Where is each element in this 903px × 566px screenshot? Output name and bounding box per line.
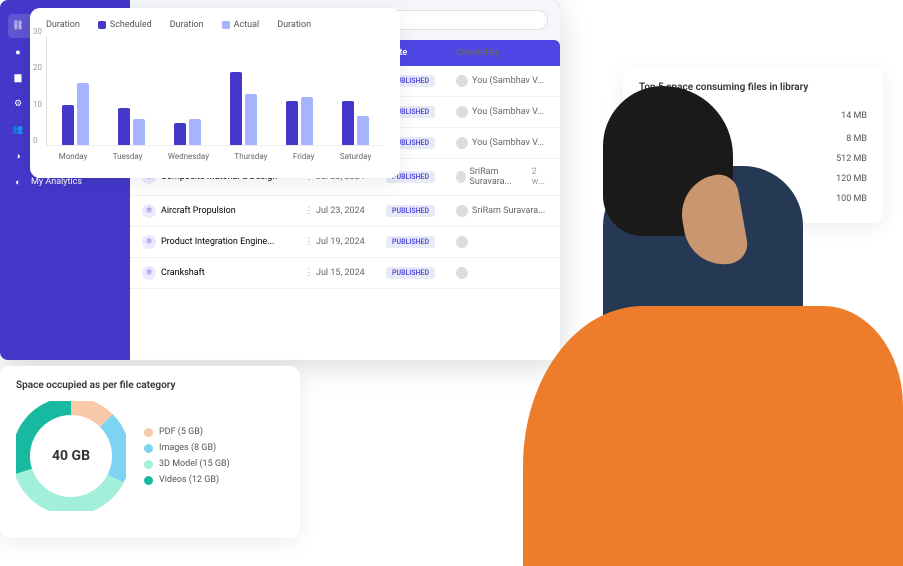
route-icon: ⛓ bbox=[12, 20, 24, 32]
bar bbox=[77, 83, 89, 145]
legend-dot bbox=[144, 460, 153, 469]
chart-plot: 0102030 bbox=[46, 36, 384, 146]
chart-icon: ◐ bbox=[12, 176, 24, 188]
donut-legend: PDF (5 GB) Images (8 GB) 3D Model (15 GB) V… bbox=[144, 421, 230, 491]
legend-label: Images (8 GB) bbox=[159, 443, 216, 453]
card-title: Top 5 space consuming files in library bbox=[639, 82, 867, 93]
row-created-by: You (Sambhav V... bbox=[472, 107, 544, 117]
bar bbox=[230, 72, 242, 145]
row-created-by: SriRam Suravara... bbox=[470, 167, 528, 187]
bar bbox=[286, 101, 298, 145]
legend-dot bbox=[144, 444, 153, 453]
journey-icon: ⚛ bbox=[142, 266, 156, 280]
avatar bbox=[456, 171, 466, 183]
folder-icon: ▆ bbox=[12, 72, 24, 84]
row-created-by: You (Sambhav V... bbox=[472, 76, 544, 86]
file-row[interactable]: 120 MB bbox=[639, 169, 867, 189]
journey-icon: ⚛ bbox=[142, 204, 156, 218]
file-name: IMG bbox=[661, 111, 677, 121]
file-row[interactable]: 8 MB bbox=[639, 129, 867, 149]
bar bbox=[118, 108, 130, 145]
legend-item: 3D Model (15 GB) bbox=[144, 459, 230, 469]
x-tick-label: Saturday bbox=[340, 152, 371, 161]
x-tick-label: Friday bbox=[293, 152, 315, 161]
file-size: 100 MB bbox=[836, 194, 867, 204]
legend-dur: Duration bbox=[277, 20, 311, 30]
legend-item: Videos (12 GB) bbox=[144, 475, 230, 485]
legend-item: Images (8 GB) bbox=[144, 443, 230, 453]
state-badge: PUBLISHED bbox=[386, 267, 435, 279]
avatar bbox=[456, 137, 468, 149]
avatar bbox=[456, 267, 468, 279]
sidebar-item-label: My Analytics bbox=[31, 177, 82, 187]
top-files-card: Top 5 space consuming files in library I… bbox=[623, 68, 883, 223]
file-row[interactable]: 512 MB bbox=[639, 149, 867, 169]
journey-icon: ⚛ bbox=[142, 235, 156, 249]
file-size: 8 MB bbox=[846, 134, 867, 144]
legend-dot bbox=[144, 476, 153, 485]
chart-legend: Duration Scheduled Duration Actual Durat… bbox=[46, 20, 384, 30]
space-donut-card: Space occupied as per file category 40 G… bbox=[0, 366, 300, 538]
table-row[interactable]: ⚛ Crankshaft ⋮Jul 15, 2024PUBLISHED bbox=[130, 258, 560, 289]
chart-x-axis: Monday Tuesday Wednesday Thursday Friday Satu… bbox=[46, 152, 384, 161]
row-menu-icon[interactable]: ⋮ bbox=[302, 237, 316, 247]
donut-slice bbox=[106, 421, 121, 479]
row-title: Aircraft Propulsion bbox=[161, 206, 236, 216]
legend-item: PDF (5 GB) bbox=[144, 427, 230, 437]
table-row[interactable]: ⚛ Aircraft Propulsion ⋮Jul 23, 2024PUBLISH… bbox=[130, 196, 560, 227]
row-date: Jul 15, 2024 bbox=[316, 268, 386, 278]
avatar bbox=[456, 205, 468, 217]
legend-dur: Duration bbox=[170, 20, 204, 30]
file-size: 14 MB bbox=[841, 111, 867, 121]
legend-label: PDF (5 GB) bbox=[159, 427, 203, 437]
x-tick-label: Tuesday bbox=[113, 152, 143, 161]
bar bbox=[342, 101, 354, 145]
card-title: Space occupied as per file category bbox=[16, 380, 284, 391]
bar bbox=[301, 97, 313, 145]
bar bbox=[189, 119, 201, 145]
x-tick-label: Thursday bbox=[234, 152, 267, 161]
row-date: Jul 23, 2024 bbox=[316, 206, 386, 216]
bar bbox=[245, 94, 257, 145]
file-size: 120 MB bbox=[836, 174, 867, 184]
donut-chart: 40 GB bbox=[16, 401, 126, 511]
users-icon: 👥 bbox=[12, 124, 24, 136]
state-badge: PUBLISHED bbox=[386, 236, 435, 248]
donut-center-label: 40 GB bbox=[44, 429, 98, 483]
legend-dur: Duration bbox=[46, 20, 80, 30]
book-icon: ● bbox=[12, 46, 24, 58]
x-tick-label: Monday bbox=[59, 152, 88, 161]
bar bbox=[62, 105, 74, 145]
col-header-by[interactable]: Created by bbox=[456, 48, 548, 58]
chart-icon: ◑ bbox=[12, 150, 24, 162]
duration-bar-chart: Duration Scheduled Duration Actual Durat… bbox=[30, 8, 400, 178]
row-title: Crankshaft bbox=[161, 268, 205, 278]
row-date: Jul 19, 2024 bbox=[316, 237, 386, 247]
bar bbox=[174, 123, 186, 145]
bar bbox=[133, 119, 145, 145]
avatar bbox=[456, 106, 468, 118]
row-created-by: SriRam Suravara... bbox=[472, 206, 545, 216]
file-thumb-icon bbox=[639, 108, 655, 124]
donut-slice bbox=[71, 406, 106, 421]
gear-icon: ⚙ bbox=[12, 98, 24, 110]
file-row[interactable]: 100 MB bbox=[639, 189, 867, 209]
legend-actual: Actual bbox=[234, 20, 260, 30]
legend-dot bbox=[144, 428, 153, 437]
table-row[interactable]: ⚛ Product Integration Engine... ⋮Jul 19, 2… bbox=[130, 227, 560, 258]
legend-scheduled: Scheduled bbox=[110, 20, 152, 30]
row-menu-icon[interactable]: ⋮ bbox=[302, 206, 316, 216]
avatar bbox=[456, 75, 468, 87]
file-row[interactable]: IMG 14 MB bbox=[639, 103, 867, 129]
row-menu-icon[interactable]: ⋮ bbox=[302, 268, 316, 278]
x-tick-label: Wednesday bbox=[168, 152, 209, 161]
row-title: Product Integration Engine... bbox=[161, 237, 274, 247]
legend-label: Videos (12 GB) bbox=[159, 475, 219, 485]
row-created-by: You (Sambhav V... bbox=[472, 138, 544, 148]
bar bbox=[357, 116, 369, 145]
avatar bbox=[456, 236, 468, 248]
state-badge: PUBLISHED bbox=[386, 205, 435, 217]
legend-label: 3D Model (15 GB) bbox=[159, 459, 230, 469]
file-size: 512 MB bbox=[836, 154, 867, 164]
